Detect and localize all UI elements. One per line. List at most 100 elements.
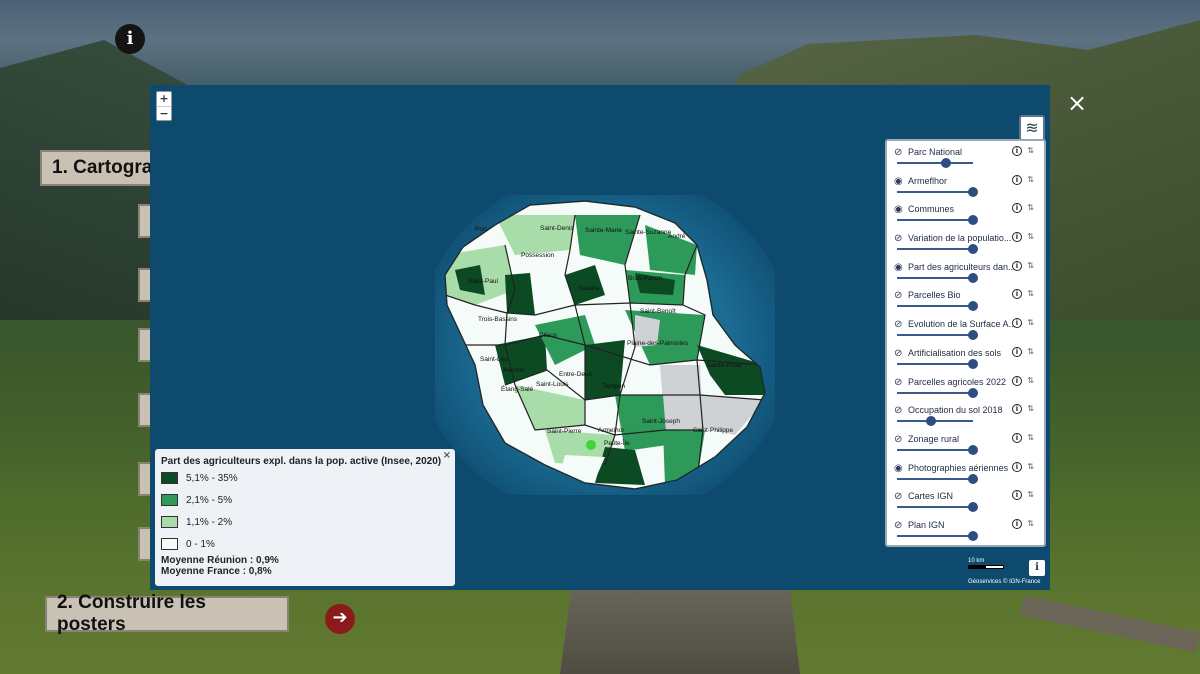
- legend-stat-france: Moyenne France : 0,8%: [161, 566, 272, 577]
- place-label: Bras-Panon: [628, 275, 663, 282]
- layer-name: Parc National: [908, 147, 963, 157]
- close-icon[interactable]: ×: [1066, 91, 1088, 115]
- layer-row[interactable]: ⊘ Variation de la populatio... i ⇅: [893, 229, 1038, 258]
- sort-icon[interactable]: ⇅: [1027, 232, 1034, 241]
- sort-icon[interactable]: ⇅: [1027, 203, 1034, 212]
- opacity-slider-handle[interactable]: [968, 358, 978, 369]
- layer-info-icon[interactable]: i: [1012, 203, 1022, 214]
- opacity-slider-track[interactable]: [897, 305, 973, 308]
- opacity-slider-track[interactable]: [897, 362, 973, 365]
- eye-off-icon[interactable]: ⊘: [894, 377, 902, 388]
- zoom-in-button[interactable]: +: [157, 92, 171, 106]
- eye-icon[interactable]: ◉: [894, 176, 903, 187]
- sort-icon[interactable]: ⇅: [1027, 433, 1034, 442]
- sort-icon[interactable]: ⇅: [1027, 376, 1034, 385]
- opacity-slider-track[interactable]: [897, 162, 973, 164]
- map-info-button[interactable]: i: [1029, 560, 1045, 576]
- sort-icon[interactable]: ⇅: [1027, 462, 1034, 471]
- opacity-slider-handle[interactable]: [968, 530, 978, 541]
- opacity-slider-handle[interactable]: [941, 158, 952, 168]
- layer-info-icon[interactable]: i: [1012, 461, 1022, 472]
- eye-icon[interactable]: ◉: [894, 262, 903, 273]
- opacity-slider-handle[interactable]: [968, 301, 978, 312]
- sort-icon[interactable]: ⇅: [1027, 261, 1034, 270]
- layer-info-icon[interactable]: i: [1012, 260, 1022, 271]
- layer-row[interactable]: ⊘ Parc National i ⇅: [893, 143, 1038, 172]
- sort-icon[interactable]: ⇅: [1027, 490, 1034, 499]
- layer-row[interactable]: ◉ Photographies aériennes i ⇅: [893, 459, 1038, 488]
- sort-icon[interactable]: ⇅: [1027, 318, 1034, 327]
- eye-off-icon[interactable]: ⊘: [894, 147, 902, 158]
- layers-icon[interactable]: ≋: [1019, 115, 1045, 141]
- layer-info-icon[interactable]: i: [1012, 490, 1022, 501]
- eye-off-icon[interactable]: ⊘: [894, 405, 902, 416]
- layer-info-icon[interactable]: i: [1012, 432, 1022, 443]
- layer-row[interactable]: ⊘ Occupation du sol 2018 i ⇅: [893, 401, 1038, 430]
- layer-info-icon[interactable]: i: [1012, 404, 1022, 415]
- layer-row[interactable]: ⊘ Cartes IGN i ⇅: [893, 487, 1038, 516]
- eye-icon[interactable]: ◉: [894, 204, 903, 215]
- sort-icon[interactable]: ⇅: [1027, 146, 1034, 155]
- layer-row[interactable]: ⊘ Plan IGN i ⇅: [893, 516, 1038, 545]
- opacity-slider-track[interactable]: [897, 391, 973, 394]
- sort-icon[interactable]: ⇅: [1027, 404, 1034, 413]
- armeflhor-marker[interactable]: [586, 440, 596, 450]
- opacity-slider-handle[interactable]: [968, 387, 978, 398]
- eye-off-icon[interactable]: ⊘: [894, 348, 902, 359]
- info-icon[interactable]: i: [115, 24, 145, 54]
- legend-class-label: 0 - 1%: [186, 538, 215, 550]
- eye-off-icon[interactable]: ⊘: [894, 520, 902, 531]
- layer-info-icon[interactable]: i: [1012, 318, 1022, 329]
- opacity-slider-track[interactable]: [897, 219, 973, 222]
- opacity-slider-track[interactable]: [897, 448, 973, 451]
- layer-row[interactable]: ⊘ Evolution de la Surface A... i ⇅: [893, 315, 1038, 344]
- opacity-slider-track[interactable]: [897, 190, 973, 193]
- eye-off-icon[interactable]: ⊘: [894, 491, 902, 502]
- layer-row[interactable]: ◉ Part des agriculteurs dan... i ⇅: [893, 258, 1038, 287]
- sort-icon[interactable]: ⇅: [1027, 347, 1034, 356]
- layer-info-icon[interactable]: i: [1012, 375, 1022, 386]
- opacity-slider-track[interactable]: [897, 506, 973, 509]
- opacity-slider-handle[interactable]: [968, 502, 978, 513]
- opacity-slider-track[interactable]: [897, 248, 973, 251]
- sort-icon[interactable]: ⇅: [1027, 519, 1034, 528]
- layer-row[interactable]: ⊘ Parcelles Bio i ⇅: [893, 286, 1038, 315]
- section2-button[interactable]: 2. Construire les posters: [45, 592, 289, 635]
- reunion-island-map[interactable]: Port Saint-Denis Sainte-Marie Sainte-Suz…: [435, 195, 775, 495]
- layer-info-icon[interactable]: i: [1012, 232, 1022, 243]
- place-label: Port: [475, 226, 487, 233]
- layer-row[interactable]: ⊘ Artificialisation des sols i ⇅: [893, 344, 1038, 373]
- sort-icon[interactable]: ⇅: [1027, 175, 1034, 184]
- layer-row[interactable]: ◉ Communes i ⇅: [893, 200, 1038, 229]
- opacity-slider-track[interactable]: [897, 276, 973, 279]
- layer-info-icon[interactable]: i: [1012, 346, 1022, 357]
- eye-off-icon[interactable]: ⊘: [894, 290, 902, 301]
- opacity-slider-handle[interactable]: [926, 416, 937, 427]
- sort-icon[interactable]: ⇅: [1027, 289, 1034, 298]
- layer-info-icon[interactable]: i: [1012, 289, 1022, 300]
- opacity-slider-handle[interactable]: [968, 473, 978, 484]
- opacity-slider-handle[interactable]: [968, 272, 978, 283]
- opacity-slider-handle[interactable]: [968, 444, 978, 455]
- eye-off-icon[interactable]: ⊘: [894, 434, 902, 445]
- layer-row[interactable]: ⊘ Zonage rural i ⇅: [893, 430, 1038, 459]
- section1-button[interactable]: 1. Cartogra: [40, 150, 160, 186]
- layer-info-icon[interactable]: i: [1012, 518, 1022, 529]
- opacity-slider-handle[interactable]: [968, 244, 978, 255]
- layer-info-icon[interactable]: i: [1012, 174, 1022, 185]
- layer-row[interactable]: ◉ Armeflhor i ⇅: [893, 172, 1038, 201]
- opacity-slider-track[interactable]: [897, 477, 973, 480]
- arrow-right-icon[interactable]: ➔: [325, 604, 355, 634]
- opacity-slider-handle[interactable]: [968, 215, 978, 226]
- layer-row[interactable]: ⊘ Parcelles agricoles 2022 i ⇅: [893, 373, 1038, 402]
- layer-info-icon[interactable]: i: [1012, 146, 1022, 156]
- opacity-slider-track[interactable]: [897, 534, 973, 537]
- opacity-slider-track[interactable]: [897, 334, 973, 337]
- legend-close-icon[interactable]: ×: [443, 450, 451, 461]
- zoom-out-button[interactable]: −: [157, 106, 171, 120]
- eye-off-icon[interactable]: ⊘: [894, 319, 902, 330]
- eye-icon[interactable]: ◉: [894, 463, 903, 474]
- opacity-slider-handle[interactable]: [968, 330, 978, 341]
- eye-off-icon[interactable]: ⊘: [894, 233, 902, 244]
- opacity-slider-handle[interactable]: [968, 186, 978, 197]
